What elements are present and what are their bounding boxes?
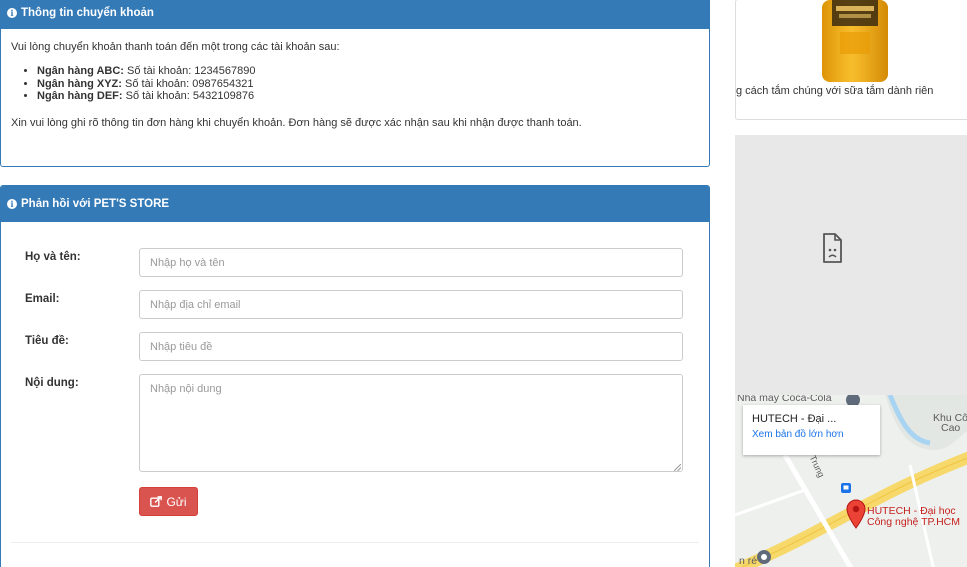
view-larger-map-link[interactable]: Xem bản đồ lớn hơn — [752, 429, 871, 440]
bank-name: Ngân hàng DEF: — [37, 90, 123, 103]
name-input[interactable] — [139, 248, 683, 277]
form-divider — [11, 542, 699, 543]
email-input[interactable] — [139, 290, 683, 319]
resize-grip-icon[interactable] — [674, 464, 681, 471]
bank-list: Ngân hàng ABC: Số tài khoản: 1234567890 … — [37, 65, 699, 103]
feedback-panel-title: Phản hồi với PET'S STORE — [21, 198, 170, 210]
bank-account: Số tài khoản: 1234567890 — [123, 65, 256, 77]
map-label-cao: Cao — [941, 422, 961, 434]
transfer-panel-heading: i Thông tin chuyển khoản — [1, 0, 709, 29]
info-icon: i — [7, 199, 17, 209]
bank-account: Số tài khoản: 0987654321 — [121, 77, 254, 90]
send-button[interactable]: Gửi — [139, 487, 198, 516]
transfer-note: Xin vui lòng ghi rõ thông tin đơn hàng k… — [11, 116, 582, 129]
map-place-title: HUTECH - Đại ... — [752, 413, 837, 425]
feedback-panel: i Phản hồi với PET'S STORE Họ và tên: Em… — [0, 185, 710, 567]
map-label-hutech-2: Công nghệ TP.HCM — [867, 516, 960, 528]
bank-item-abc: Ngân hàng ABC: Số tài khoản: 1234567890 — [37, 65, 699, 78]
bank-account: Số tài khoản: 5432109876 — [122, 90, 255, 103]
map-embed[interactable]: Nhà máy Coca-Cola Khu Côn Cao Trung HUTE… — [735, 135, 967, 567]
content-textarea[interactable] — [139, 374, 683, 472]
transfer-panel-body: Vui lòng chuyển khoản thanh toán đến một… — [1, 29, 709, 130]
transfer-intro: Vui lòng chuyển khoản thanh toán đến một… — [11, 41, 340, 53]
product-card[interactable]: g cách tắm chúng với sữa tắm dành riên — [735, 0, 967, 120]
transfer-info-panel: i Thông tin chuyển khoản Vui lòng chuyển… — [0, 0, 710, 167]
shampoo-bottle-image — [822, 0, 888, 82]
bank-item-def: Ngân hàng DEF: Số tài khoản: 5432109876 — [37, 90, 699, 103]
map-label-bottom-left: n ré — [739, 555, 758, 567]
bank-name: Ngân hàng ABC: — [37, 65, 124, 77]
broken-page-icon — [823, 233, 842, 263]
send-button-label: Gửi — [166, 494, 187, 509]
transfer-panel-title: Thông tin chuyển khoản — [21, 7, 154, 19]
feedback-panel-heading: i Phản hồi với PET'S STORE — [1, 186, 709, 222]
subject-label: Tiêu đề: — [25, 335, 69, 347]
map-tiles[interactable]: Nhà máy Coca-Cola Khu Côn Cao Trung HUTE… — [735, 395, 967, 567]
content-label: Nội dung: — [25, 377, 79, 389]
product-caption: g cách tắm chúng với sữa tắm dành riên — [736, 85, 934, 97]
info-icon: i — [7, 8, 17, 18]
map-pin-icon — [846, 499, 866, 529]
email-label: Email: — [25, 293, 60, 305]
edit-share-icon — [150, 496, 163, 507]
map-label-factory: Nhà máy Coca-Cola — [737, 395, 832, 404]
name-label: Họ và tên: — [25, 251, 81, 263]
bank-name: Ngân hàng XYZ: — [37, 77, 122, 90]
bank-item-xyz: Ngân hàng XYZ: Số tài khoản: 0987654321 — [37, 78, 699, 91]
subject-input[interactable] — [139, 332, 683, 361]
map-place-card: HUTECH - Đại ... Xem bản đồ lớn hơn — [743, 405, 880, 455]
